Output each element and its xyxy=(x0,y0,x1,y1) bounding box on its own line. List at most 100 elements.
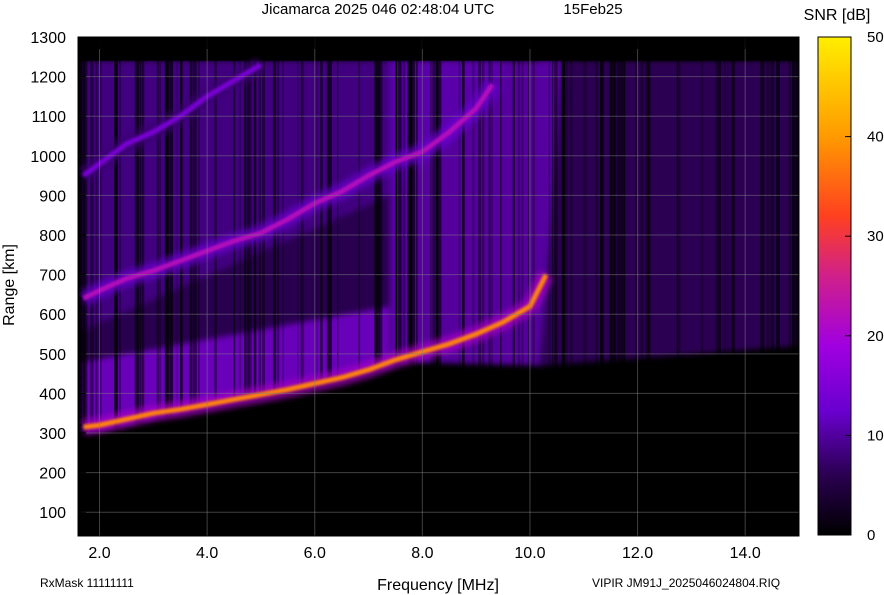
noise-stripe xyxy=(792,60,796,536)
x-tick-label: 4.0 xyxy=(196,545,218,562)
noise-stripe xyxy=(610,60,613,536)
noise-stripe xyxy=(724,60,726,536)
noise-stripe xyxy=(316,60,318,536)
noise-stripe xyxy=(272,60,277,536)
colorbar-tick-label: 30 xyxy=(867,228,884,245)
y-tick-label: 800 xyxy=(39,228,66,245)
noise-stripe xyxy=(410,60,414,536)
x-axis-label: Frequency [MHz] xyxy=(377,577,499,594)
noise-stripe xyxy=(416,60,418,536)
noise-stripe xyxy=(562,60,565,536)
noise-stripe xyxy=(771,60,775,536)
noise-stripe xyxy=(262,60,265,536)
noise-stripe xyxy=(600,60,603,536)
noise-stripe xyxy=(623,60,626,536)
noise-stripe xyxy=(214,60,217,536)
y-tick-label: 300 xyxy=(39,426,66,443)
noise-stripe xyxy=(566,60,568,536)
y-axis-label: Range [km] xyxy=(1,244,18,326)
noise-stripe xyxy=(635,60,638,536)
noise-stripe xyxy=(181,60,184,536)
noise-stripe xyxy=(602,60,605,536)
noise-stripe xyxy=(253,60,255,536)
y-tick-label: 100 xyxy=(39,505,66,522)
y-tick-label: 1200 xyxy=(30,70,66,87)
noise-stripe xyxy=(432,60,435,536)
noise-stripe xyxy=(403,60,406,536)
noise-stripe xyxy=(512,60,515,536)
noise-stripe xyxy=(282,60,284,536)
y-tick-label: 500 xyxy=(39,347,66,364)
noise-stripe xyxy=(238,60,242,536)
noise-stripe xyxy=(244,60,246,536)
noise-stripe xyxy=(676,60,679,536)
noise-stripe xyxy=(482,60,485,536)
noise-stripe xyxy=(248,60,252,536)
x-tick-label: 2.0 xyxy=(88,545,110,562)
noise-stripe xyxy=(358,60,361,536)
y-tick-label: 900 xyxy=(39,188,66,205)
y-tick-label: 200 xyxy=(39,466,66,483)
colorbar-tick-label: 0 xyxy=(867,527,875,544)
file-label: VIPIR JM91J_2025046024804.RIQ xyxy=(592,576,780,590)
noise-stripe xyxy=(776,60,780,536)
noise-stripe xyxy=(548,60,551,536)
y-tick-label: 600 xyxy=(39,307,66,324)
noise-stripe xyxy=(297,60,299,536)
noise-stripe xyxy=(732,60,736,536)
noise-stripe xyxy=(478,60,482,536)
noise-stripe xyxy=(594,60,598,536)
noise-stripe xyxy=(647,60,651,536)
no-data-region xyxy=(78,37,799,61)
noise-stripe xyxy=(472,60,475,536)
noise-stripe xyxy=(233,60,236,536)
x-tick-label: 8.0 xyxy=(411,545,433,562)
noise-stripe xyxy=(328,60,332,536)
noise-stripe xyxy=(727,60,729,536)
chart-date: 15Feb25 xyxy=(563,1,622,18)
noise-stripe xyxy=(766,60,769,536)
x-tick-label: 10.0 xyxy=(514,545,545,562)
colorbar-tick-label: 20 xyxy=(867,328,884,345)
noise-stripe xyxy=(520,60,524,536)
x-tick-label: 6.0 xyxy=(304,545,326,562)
y-tick-label: 700 xyxy=(39,268,66,285)
x-tick-label: 12.0 xyxy=(622,545,653,562)
y-tick-label: 1000 xyxy=(30,149,66,166)
noise-stripe xyxy=(277,60,280,536)
noise-stripe xyxy=(788,60,791,536)
rxmask-label: RxMask 11111111 xyxy=(40,576,134,590)
noise-stripe xyxy=(254,60,257,536)
colorbar-tick-label: 10 xyxy=(867,427,884,444)
noise-stripe xyxy=(700,60,704,536)
noise-stripe xyxy=(583,60,587,536)
x-tick-label: 14.0 xyxy=(730,545,761,562)
noise-stripe xyxy=(795,60,799,536)
noise-stripe xyxy=(569,60,573,536)
noise-stripe xyxy=(398,60,402,536)
noise-stripe xyxy=(718,60,721,536)
y-tick-label: 1300 xyxy=(30,30,66,47)
noise-stripe xyxy=(462,60,465,536)
colorbar-tick-label: 50 xyxy=(867,29,884,46)
noise-stripe xyxy=(245,60,250,536)
noise-stripe xyxy=(552,60,554,536)
noise-stripe xyxy=(375,60,378,536)
noise-stripe xyxy=(320,60,323,536)
noise-stripe xyxy=(613,60,617,536)
y-tick-label: 400 xyxy=(39,386,66,403)
noise-stripe xyxy=(640,60,644,536)
noise-stripe xyxy=(198,60,200,536)
noise-stripe xyxy=(192,60,197,536)
colorbar-tick-label: 40 xyxy=(867,129,884,146)
noise-stripe xyxy=(517,60,521,536)
heatmap-layer xyxy=(78,37,799,536)
colorbar-label: SNR [dB] xyxy=(804,7,871,24)
noise-stripe xyxy=(500,60,502,536)
y-tick-label: 1100 xyxy=(32,109,67,126)
noise-stripe xyxy=(301,60,305,536)
noise-stripe xyxy=(489,60,493,536)
noise-stripe xyxy=(258,60,261,536)
noise-stripe xyxy=(395,60,397,536)
ionogram-chart: Jicamarca 2025 046 02:48:04 UTC 15Feb25 … xyxy=(1,1,884,594)
